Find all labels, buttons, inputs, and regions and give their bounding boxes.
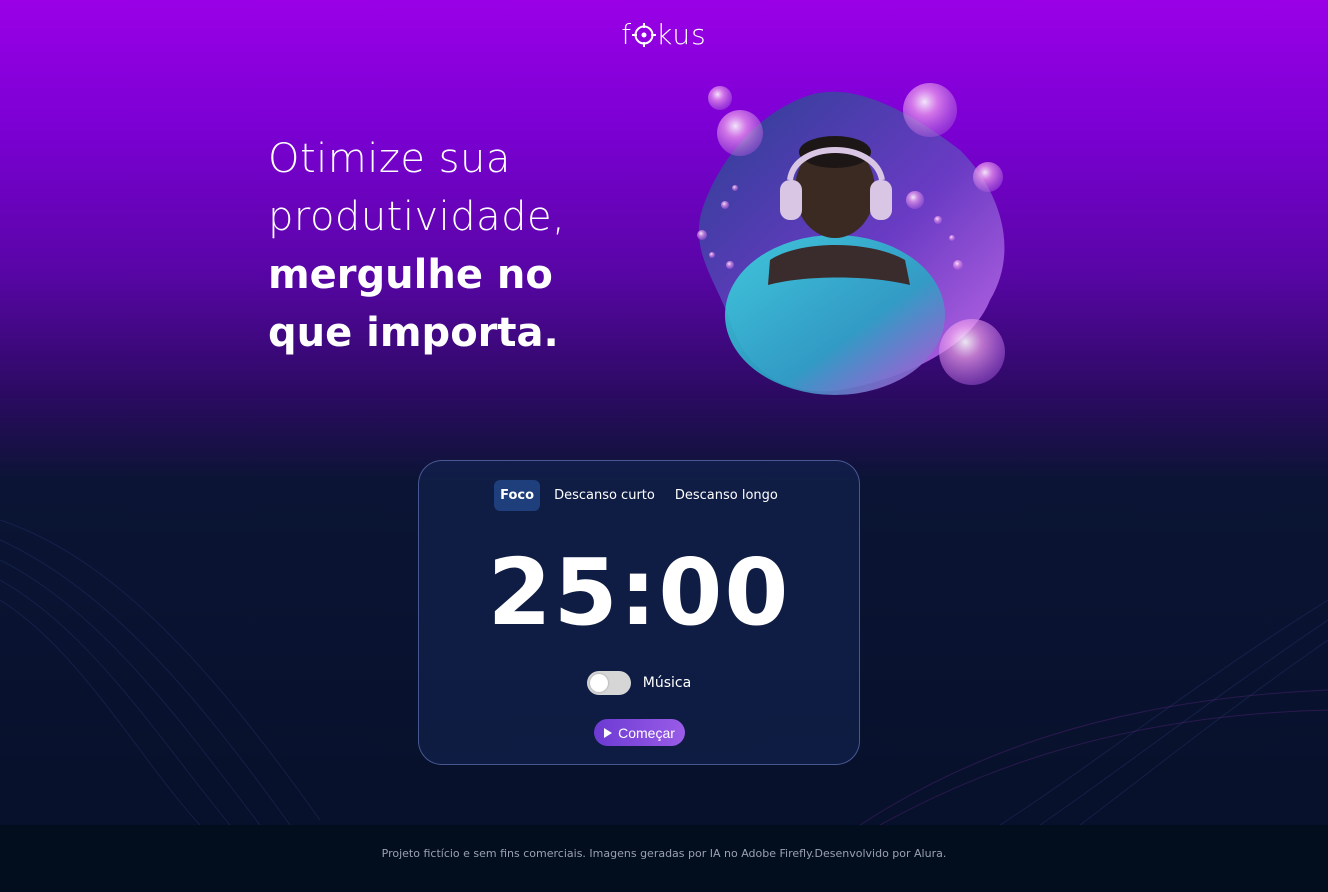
music-toggle[interactable]	[586, 671, 631, 695]
hero-line-3: mergulhe no	[268, 252, 553, 298]
hero-line-4: que importa.	[268, 310, 559, 356]
hero-illustration	[697, 83, 1005, 395]
header: f kus	[0, 18, 1328, 51]
timer-card: Foco Descanso curto Descanso longo 25:00…	[418, 460, 860, 765]
logo[interactable]: f kus	[621, 18, 707, 51]
toggle-knob	[589, 674, 608, 692]
hero-line-2: produtividade,	[268, 194, 566, 240]
timer-display: 25:00	[487, 539, 791, 646]
start-button-label: Começar	[618, 724, 675, 741]
hero-title: Otimize sua produtividade, mergulhe no q…	[268, 130, 668, 362]
logo-text-right: kus	[656, 18, 707, 51]
footer: Projeto fictício e sem fins comerciais. …	[0, 825, 1328, 892]
hero-line-1: Otimize sua	[268, 136, 511, 182]
music-row: Música	[419, 671, 859, 695]
music-label: Música	[642, 675, 692, 691]
footer-text: Projeto fictício e sem fins comerciais. …	[381, 847, 947, 860]
tab-foco[interactable]: Foco	[494, 480, 541, 511]
timer-mode-tabs: Foco Descanso curto Descanso longo	[419, 480, 859, 511]
target-icon	[632, 23, 657, 47]
play-icon	[604, 727, 613, 738]
tab-descanso-curto[interactable]: Descanso curto	[548, 480, 661, 511]
logo-text-left: f	[621, 18, 633, 51]
tab-descanso-longo[interactable]: Descanso longo	[669, 480, 784, 511]
start-button[interactable]: Começar	[594, 719, 685, 746]
